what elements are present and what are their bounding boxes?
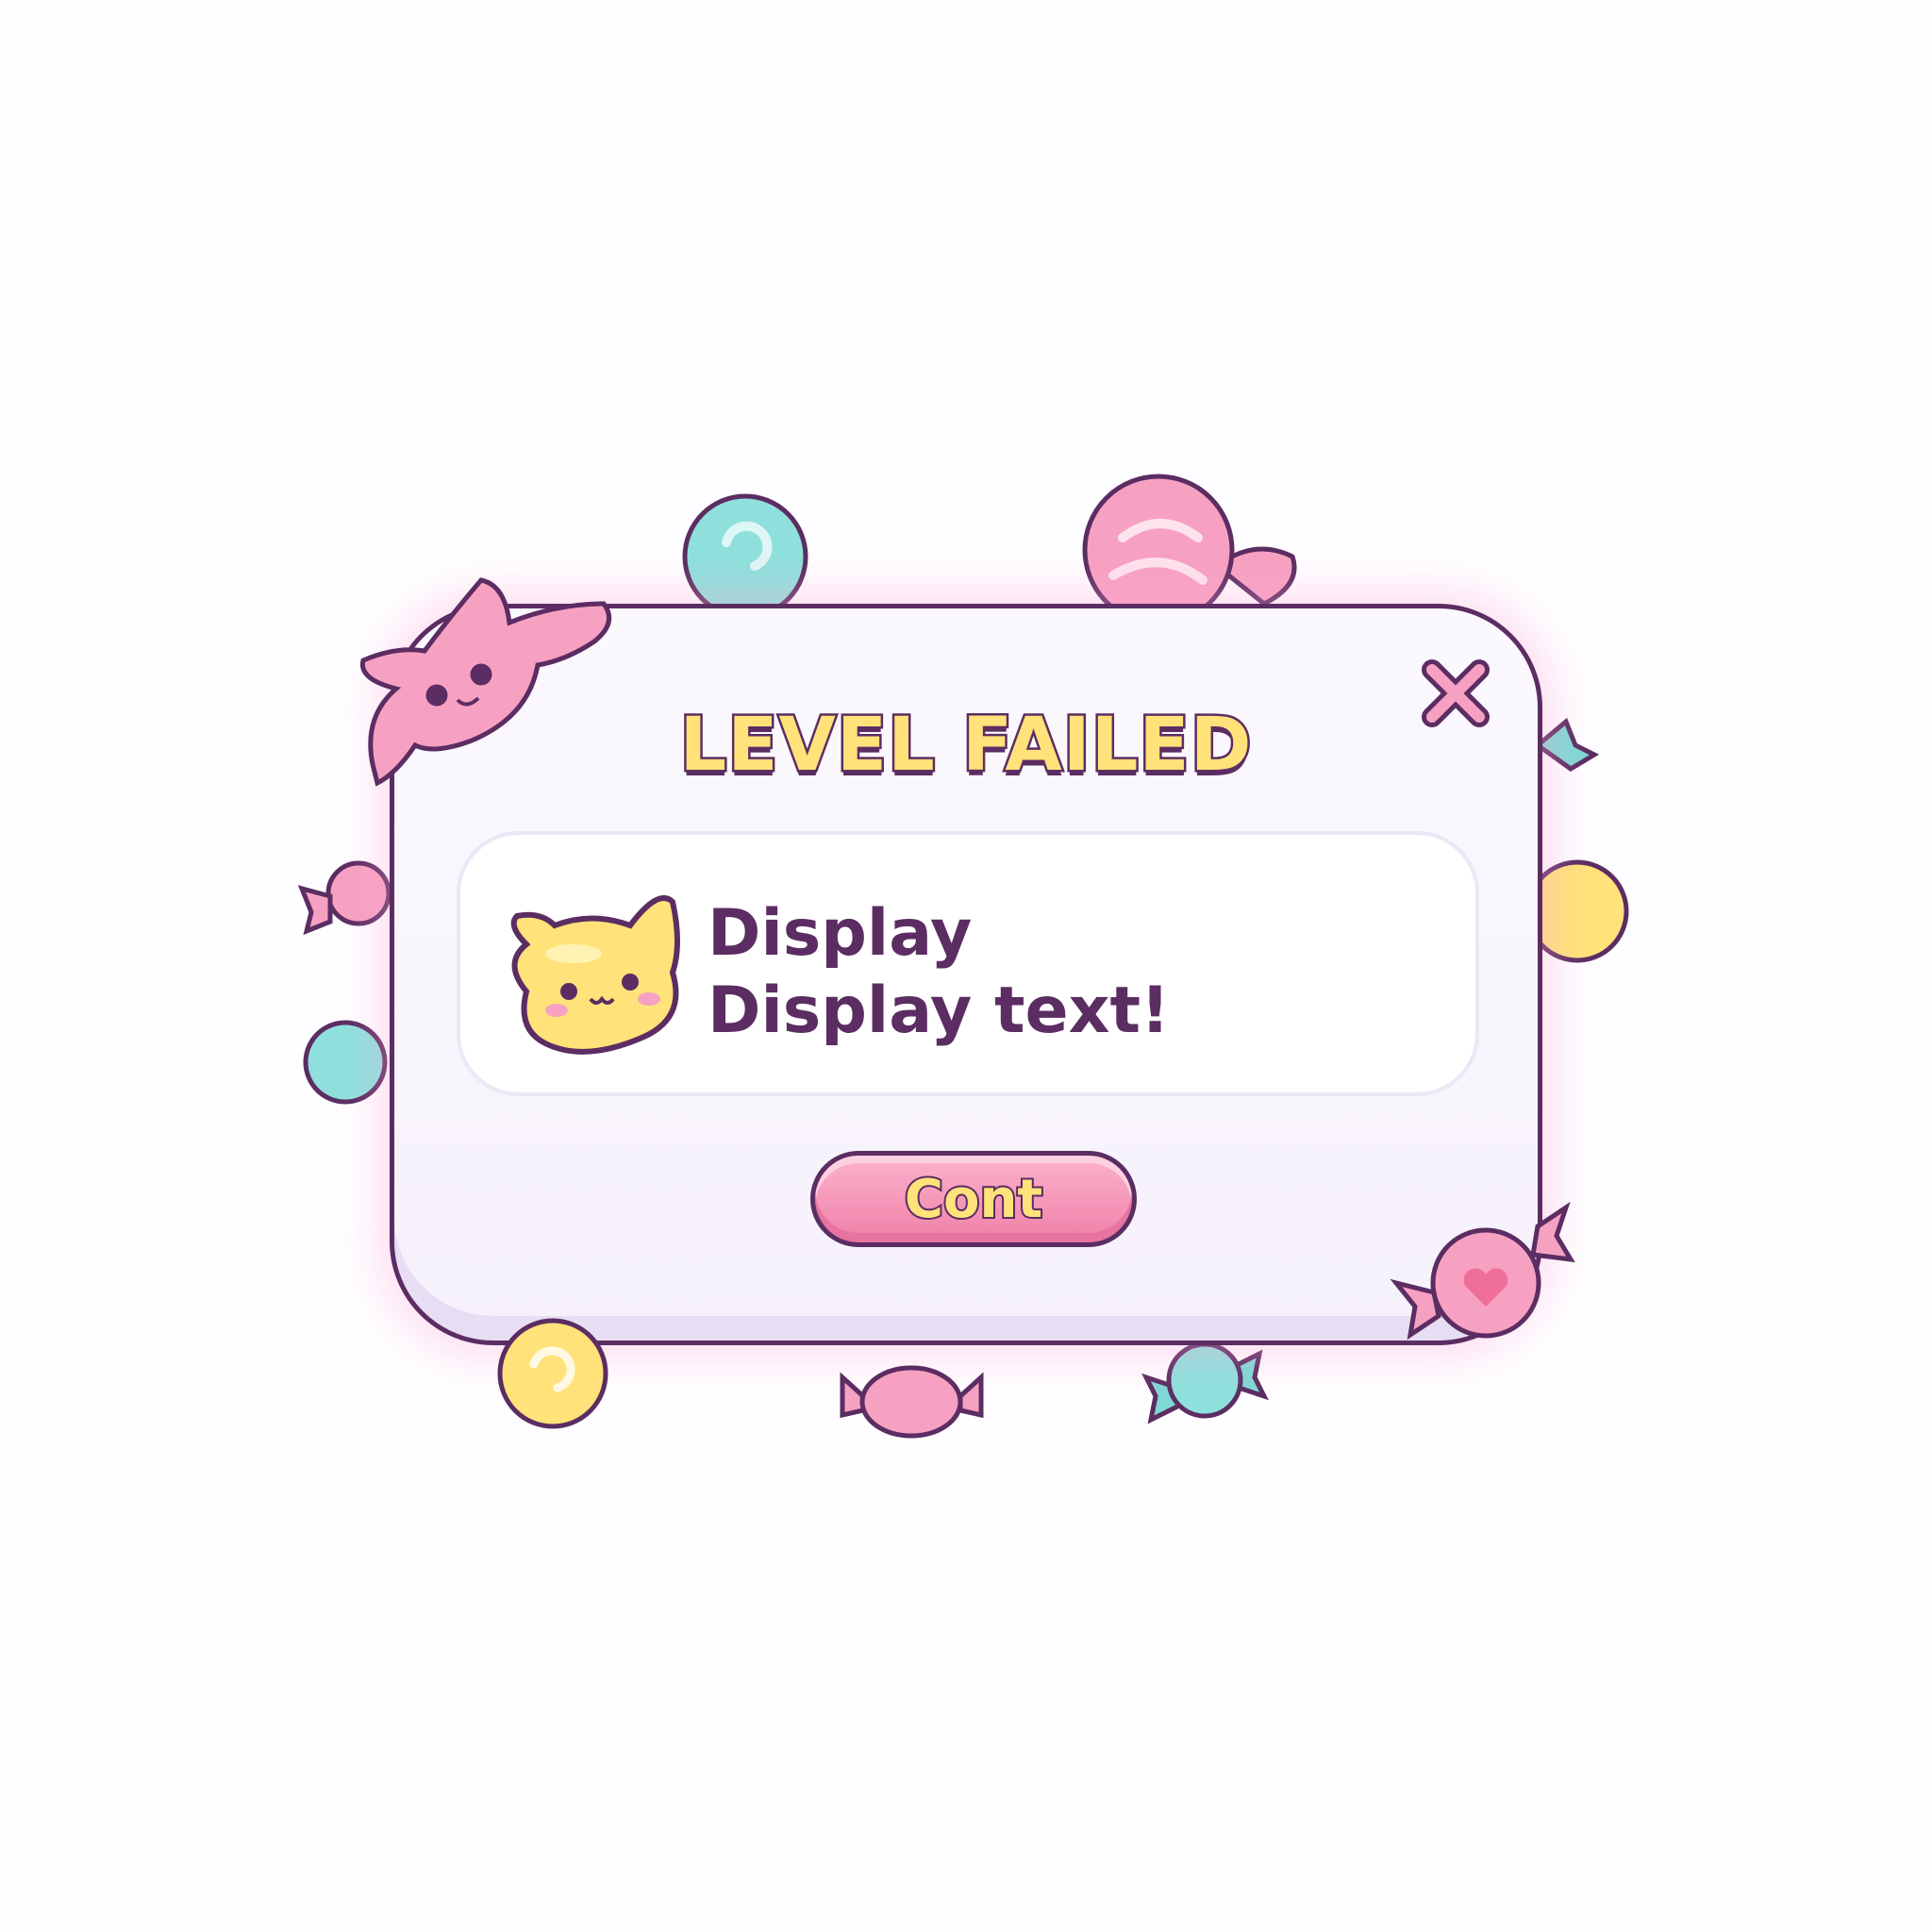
continue-button[interactable]: Cont bbox=[810, 1151, 1137, 1247]
level-failed-dialog: LEVEL FAILED Display Display text! Cont bbox=[390, 604, 1542, 1345]
message-panel: Display Display text! bbox=[457, 831, 1479, 1096]
teal-ball-candy-left bbox=[303, 1020, 388, 1105]
close-icon[interactable] bbox=[1418, 656, 1493, 731]
continue-button-label: Cont bbox=[903, 1167, 1044, 1232]
pink-wrapped-candy-left bbox=[325, 860, 391, 926]
yellow-ball-candy-right bbox=[1525, 859, 1629, 963]
pink-swirl-candy bbox=[1082, 474, 1235, 626]
yellow-cat-candy-icon bbox=[510, 895, 680, 1055]
dialog-title: LEVEL FAILED bbox=[677, 701, 1254, 791]
message-text: Display Display text! bbox=[708, 896, 1171, 1048]
teal-wrapped-candy-bottom bbox=[1166, 1341, 1243, 1419]
teal-wrapped-candy bbox=[1533, 717, 1600, 772]
teal-swirl-candy bbox=[682, 493, 808, 620]
